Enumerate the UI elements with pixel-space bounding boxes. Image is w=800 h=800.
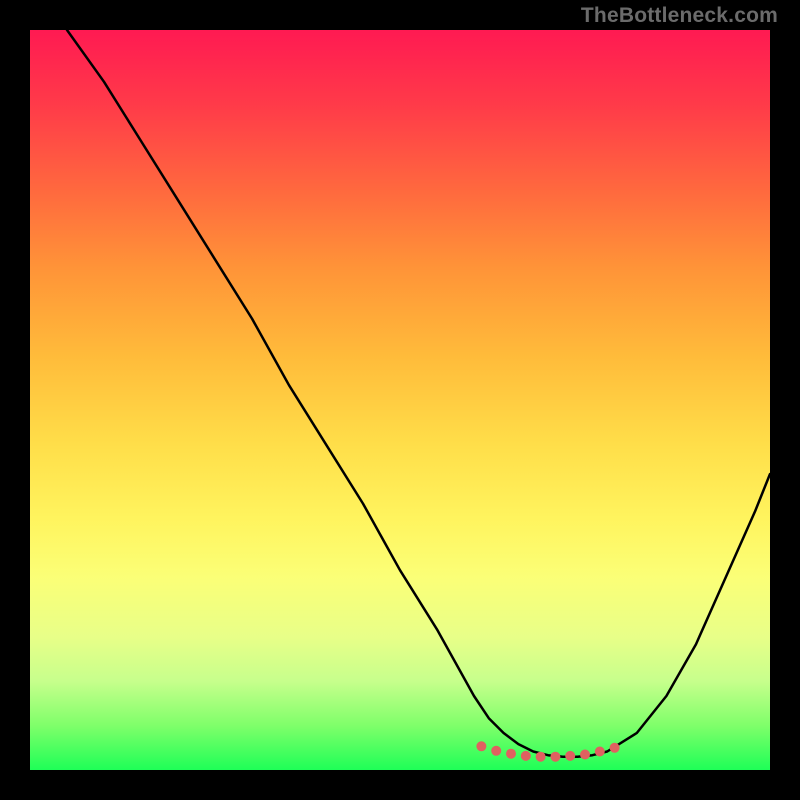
plot-area: [30, 30, 770, 770]
trough-dot: [491, 746, 501, 756]
curve-svg: [30, 30, 770, 770]
watermark-text: TheBottleneck.com: [581, 4, 778, 28]
trough-dot: [476, 741, 486, 751]
trough-dot: [610, 743, 620, 753]
trough-dot: [550, 752, 560, 762]
chart-container: TheBottleneck.com: [0, 0, 800, 800]
trough-dot: [521, 751, 531, 761]
curve-path: [67, 30, 770, 757]
trough-dot: [536, 752, 546, 762]
trough-dot: [580, 750, 590, 760]
trough-dot: [595, 747, 605, 757]
trough-dot: [506, 749, 516, 759]
trough-dot: [565, 751, 575, 761]
